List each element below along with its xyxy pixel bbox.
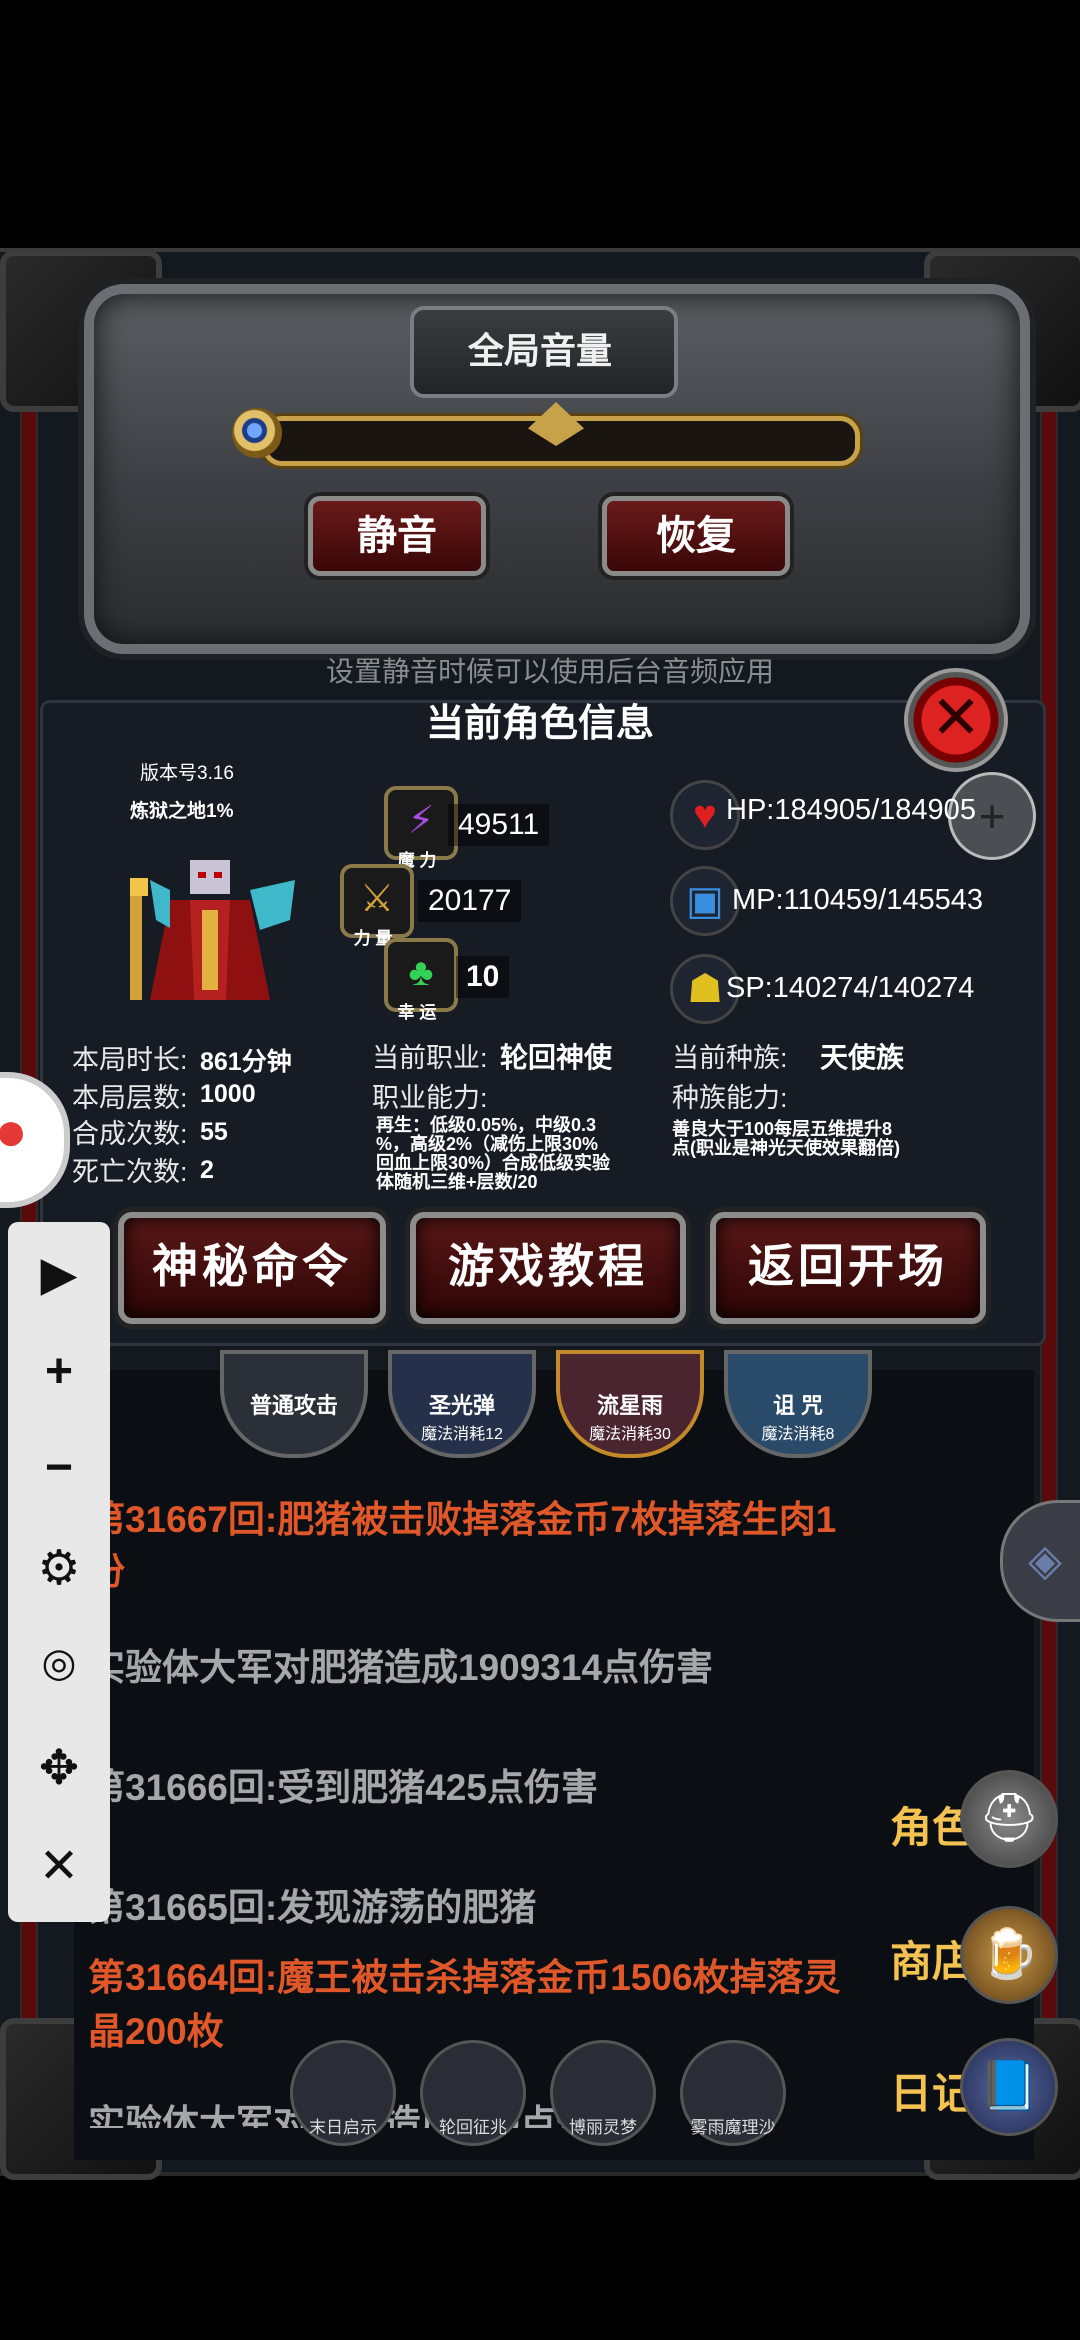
sp-value: SP:140274/140274	[726, 972, 975, 1004]
strength-stat-value: 20177	[418, 880, 522, 922]
merges-value: 55	[200, 1118, 228, 1146]
log-line: 第31667回:肥猪被击败掉落金币7枚掉落生肉1	[88, 1499, 837, 1540]
job-ability-desc: 再生：低级0.05%，中级0.3 %，高级2%（减伤上限30% 回血上限30%）…	[376, 1115, 611, 1192]
magic-stat-value: 49511	[448, 804, 550, 846]
bottom-skill-2[interactable]: 轮回征兆	[420, 2040, 526, 2146]
close-icon[interactable]: ✕	[904, 668, 1008, 772]
eye-off-icon[interactable]: ◎	[8, 1640, 110, 1686]
mp-value: MP:110459/145543	[732, 884, 984, 916]
race-ability-label: 种族能力:	[672, 1083, 788, 1113]
user-icon[interactable]: ●	[0, 1098, 34, 1168]
floors-value: 1000	[200, 1080, 256, 1108]
duration-label: 本局时长:	[72, 1045, 188, 1075]
minus-icon[interactable]: −	[8, 1440, 110, 1495]
tutorial-button[interactable]: 游戏教程	[410, 1212, 686, 1324]
log-line: 晶200枚	[88, 2011, 224, 2052]
log-line: 实验体大军对肥猪造成1909314点伤害	[88, 1647, 714, 1688]
back-to-start-button[interactable]: 返回开场	[710, 1212, 986, 1324]
helmet-icon[interactable]: ⛑	[960, 1770, 1058, 1868]
job-ability-label: 职业能力:	[372, 1083, 488, 1113]
log-line: 第31666回:受到肥猪425点伤害	[88, 1767, 598, 1808]
move-icon[interactable]: ✥	[8, 1740, 110, 1796]
deaths-label: 死亡次数:	[72, 1157, 188, 1187]
floors-label: 本局层数:	[72, 1083, 188, 1113]
merges-label: 合成次数:	[72, 1119, 188, 1149]
play-icon[interactable]: ▶	[8, 1246, 110, 1302]
bottom-skill-1[interactable]: 末日启示	[290, 2040, 396, 2146]
bottom-skill-3[interactable]: 博丽灵梦	[550, 2040, 656, 2146]
secret-command-button[interactable]: 神秘命令	[118, 1212, 386, 1324]
deaths-value: 2	[200, 1156, 214, 1184]
info-title: 当前角色信息	[425, 703, 654, 745]
job-value: 轮回神使	[500, 1042, 613, 1073]
hp-value: HP:184905/184905	[726, 794, 976, 826]
job-label: 当前职业:	[372, 1043, 488, 1073]
race-ability-desc: 善良大于100每层五维提升8 点(职业是神光天使效果翻倍)	[672, 1119, 900, 1158]
book-icon[interactable]: 📘	[960, 2038, 1058, 2136]
restore-button[interactable]: 恢复	[602, 496, 790, 576]
luck-stat-tag: 幸 运	[397, 1003, 437, 1022]
log-line: 实验体大军对魔王造成909点伤害	[88, 2098, 1008, 2128]
plus-icon[interactable]: +	[8, 1344, 110, 1399]
mute-button[interactable]: 静音	[308, 496, 486, 576]
version-label: 版本号3.16	[140, 763, 234, 784]
log-line: 第31665回:发现游荡的肥猪	[88, 1887, 537, 1928]
log-line: 第31664回:魔王被击杀掉落金币1506枚掉落灵	[88, 1957, 841, 1998]
race-value: 天使族	[820, 1042, 905, 1073]
character-sprite	[130, 860, 295, 1000]
beer-mug-icon[interactable]: 🍺	[960, 1906, 1058, 2004]
bottom-skill-4[interactable]: 雾雨魔理沙	[680, 2040, 786, 2146]
location-label: 炼狱之地1%	[130, 801, 234, 822]
mute-hint: 设置静音时候可以使用后台音频应用	[325, 656, 774, 687]
volume-slider-knob[interactable]	[232, 408, 282, 458]
race-label: 当前种族:	[672, 1043, 788, 1073]
duration-value: 861分钟	[200, 1048, 292, 1076]
volume-title: 全局音量	[467, 330, 612, 371]
close-icon[interactable]: ✕	[8, 1838, 110, 1894]
gear-icon[interactable]: ⚙	[8, 1540, 110, 1596]
mana-icon: ▣	[670, 866, 740, 936]
luck-stat-value: 10	[456, 956, 510, 998]
log-line: 份	[88, 1546, 1008, 1598]
